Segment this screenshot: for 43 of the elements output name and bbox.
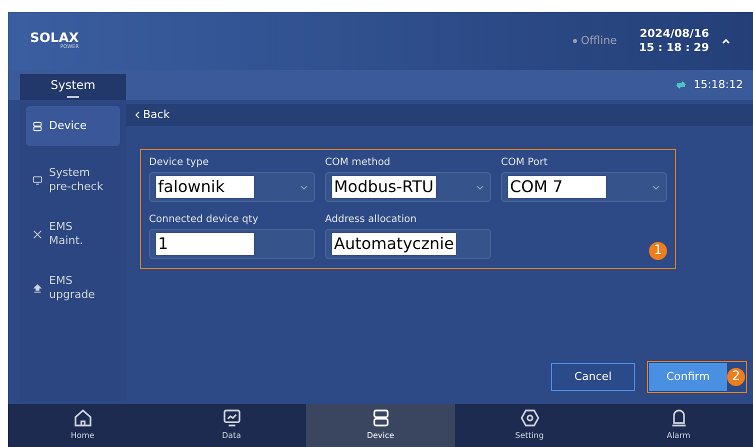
server-icon <box>32 120 43 132</box>
cancel-button[interactable]: Cancel <box>551 363 635 391</box>
sidebar-item[interactable]: EMS upgrade <box>26 268 120 308</box>
field-label: Address allocation <box>325 212 418 226</box>
tools-icon <box>32 228 43 240</box>
date-text: 2024/08/16 <box>640 27 709 41</box>
chevron-icon <box>652 183 660 191</box>
field-label: COM method <box>325 156 392 170</box>
system-tab[interactable]: System <box>20 74 126 100</box>
server-icon <box>370 408 390 428</box>
sidebar-item[interactable]: Device <box>26 106 120 146</box>
select-field[interactable]: Modbus-RTU <box>325 172 491 202</box>
field-label: Connected device qty <box>149 212 260 226</box>
nav-tab[interactable]: Alarm <box>604 404 753 447</box>
sidebar-item[interactable]: System pre-check <box>26 160 120 200</box>
input-field[interactable]: Automatycznie <box>325 229 491 259</box>
select-field[interactable]: COM 7 <box>501 172 667 202</box>
nav-tab[interactable]: Data <box>157 404 306 447</box>
input-field[interactable]: 1 <box>149 229 315 259</box>
settings-icon <box>520 408 540 428</box>
logo: SOLAX <box>30 32 79 45</box>
back-link[interactable]: Back <box>134 106 170 124</box>
chevron-icon <box>476 183 484 191</box>
callout-number: 2 <box>727 368 745 386</box>
sidebar-item[interactable]: EMS Maint. <box>26 214 120 254</box>
collapse-icon[interactable] <box>721 36 731 46</box>
select-field[interactable]: falownik <box>149 172 315 202</box>
callout-number: 1 <box>649 242 667 260</box>
connection-status: Offline <box>580 32 617 49</box>
sync-icon[interactable] <box>676 80 686 90</box>
field-label: COM Port <box>501 156 548 170</box>
nav-tab[interactable]: Home <box>8 404 157 447</box>
monitor-icon <box>32 174 43 186</box>
nav-tab[interactable]: Setting <box>455 404 604 447</box>
chart-icon <box>222 408 242 428</box>
field-label: Device type <box>149 156 210 170</box>
upload-icon <box>32 282 43 294</box>
sync-time: 15:18:12 <box>694 76 743 93</box>
nav-tab[interactable]: Device <box>306 404 455 447</box>
time-text: 15 : 18 : 29 <box>638 41 709 55</box>
home-icon <box>72 408 92 428</box>
chevron-icon <box>300 183 308 191</box>
chevron-left-icon <box>134 111 140 119</box>
